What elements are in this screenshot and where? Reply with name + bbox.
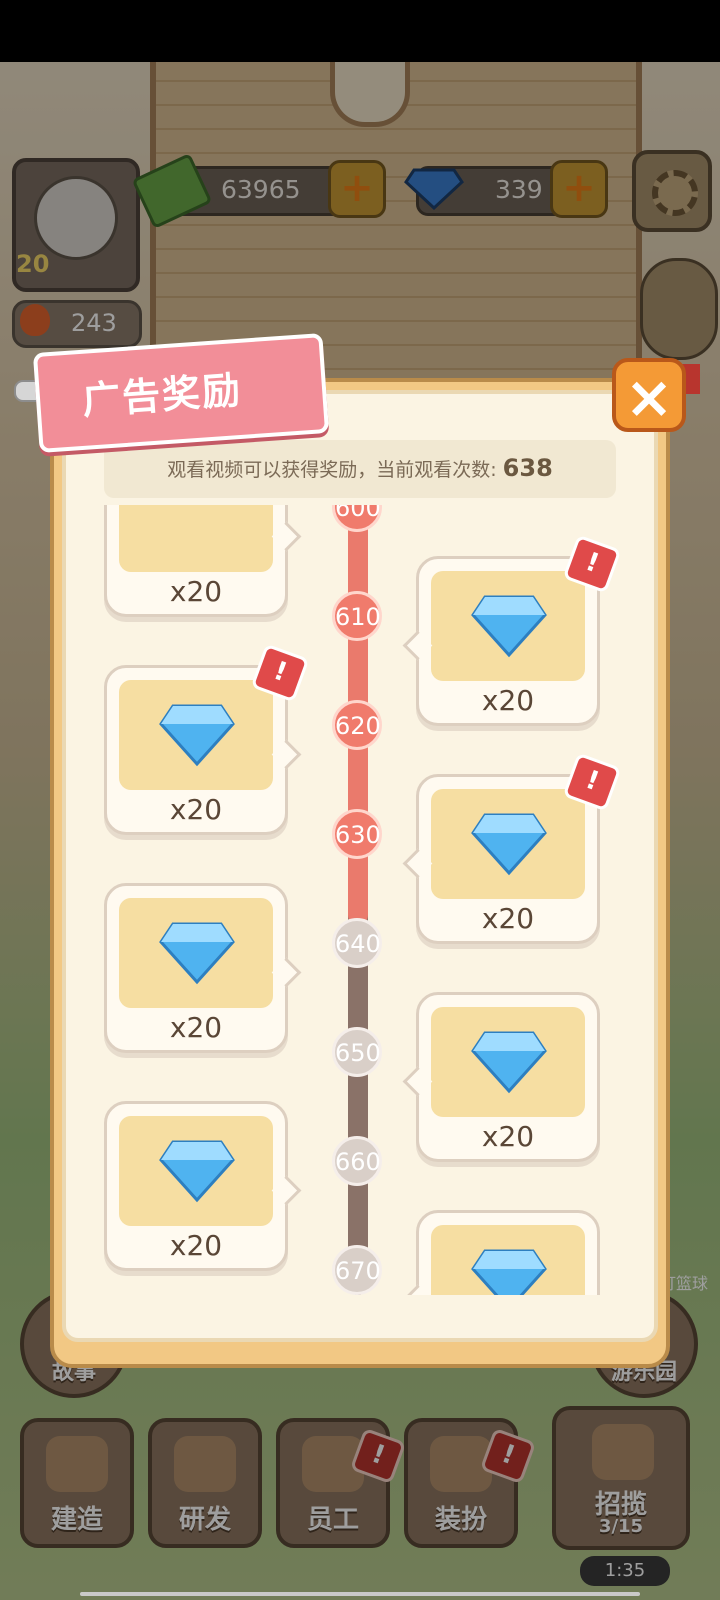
reward-card[interactable]: x20! bbox=[402, 534, 622, 726]
threshold-node: 650 bbox=[332, 1027, 382, 1077]
reward-amount: x20 bbox=[481, 1120, 535, 1153]
reward-card[interactable]: x20! bbox=[104, 643, 310, 835]
threshold-node: 620 bbox=[332, 700, 382, 750]
bubble-tail bbox=[402, 1066, 433, 1097]
bubble-tail bbox=[402, 1284, 433, 1295]
reward-amount: x20 bbox=[169, 1229, 223, 1262]
threshold-node: 640 bbox=[332, 918, 382, 968]
home-indicator bbox=[80, 1592, 640, 1596]
bubble-tail bbox=[271, 1175, 302, 1206]
threshold-node: 670 bbox=[332, 1245, 382, 1295]
reward-tile bbox=[431, 1225, 585, 1295]
reward-tile bbox=[119, 898, 273, 1008]
reward-card[interactable]: x20 bbox=[104, 883, 302, 1053]
reward-card[interactable]: x20 bbox=[104, 1101, 302, 1271]
reward-card[interactable] bbox=[402, 1210, 600, 1295]
reward-timeline[interactable]: 600 x20 610 x20! 620 x20! 630 x20! 640 x20 650 x20 6… bbox=[66, 505, 656, 1295]
title-ribbon: 广告奖励 bbox=[32, 333, 330, 453]
watch-info-text: 观看视频可以获得奖励，当前观看次数: bbox=[167, 459, 497, 481]
reward-amount: x20 bbox=[481, 684, 535, 717]
diamond-icon bbox=[159, 922, 235, 985]
reward-tile bbox=[119, 505, 273, 572]
reward-tile bbox=[119, 680, 273, 790]
diamond-icon bbox=[159, 704, 235, 767]
watch-info-bar: 观看视频可以获得奖励，当前观看次数: 638 bbox=[104, 440, 616, 498]
diamond-icon bbox=[471, 1249, 547, 1295]
bubble-tail bbox=[271, 521, 302, 552]
bubble-tail bbox=[271, 739, 302, 770]
watch-count: 638 bbox=[502, 454, 553, 482]
threshold-node: 630 bbox=[332, 809, 382, 859]
diamond-icon bbox=[159, 1140, 235, 1203]
diamond-icon bbox=[471, 595, 547, 658]
threshold-node: 660 bbox=[332, 1136, 382, 1186]
reward-tile bbox=[119, 1116, 273, 1226]
reward-amount: x20 bbox=[169, 575, 223, 608]
reward-amount: x20 bbox=[481, 902, 535, 935]
reward-tile bbox=[431, 571, 585, 681]
reward-card[interactable]: x20 bbox=[104, 505, 302, 617]
threshold-node: 610 bbox=[332, 591, 382, 641]
modal-title: 广告奖励 bbox=[80, 367, 244, 423]
reward-card[interactable]: x20! bbox=[402, 752, 622, 944]
diamond-icon bbox=[471, 1031, 547, 1094]
bubble-tail bbox=[271, 957, 302, 988]
diamond-icon bbox=[471, 813, 547, 876]
bubble-tail bbox=[402, 630, 433, 661]
bubble-tail bbox=[402, 848, 433, 879]
reward-tile bbox=[431, 789, 585, 899]
reward-card[interactable]: x20 bbox=[402, 992, 600, 1162]
reward-tile bbox=[431, 1007, 585, 1117]
threshold-node: 600 bbox=[332, 505, 382, 532]
close-button[interactable]: × bbox=[612, 358, 686, 432]
reward-amount: x20 bbox=[169, 1011, 223, 1044]
reward-amount: x20 bbox=[169, 793, 223, 826]
